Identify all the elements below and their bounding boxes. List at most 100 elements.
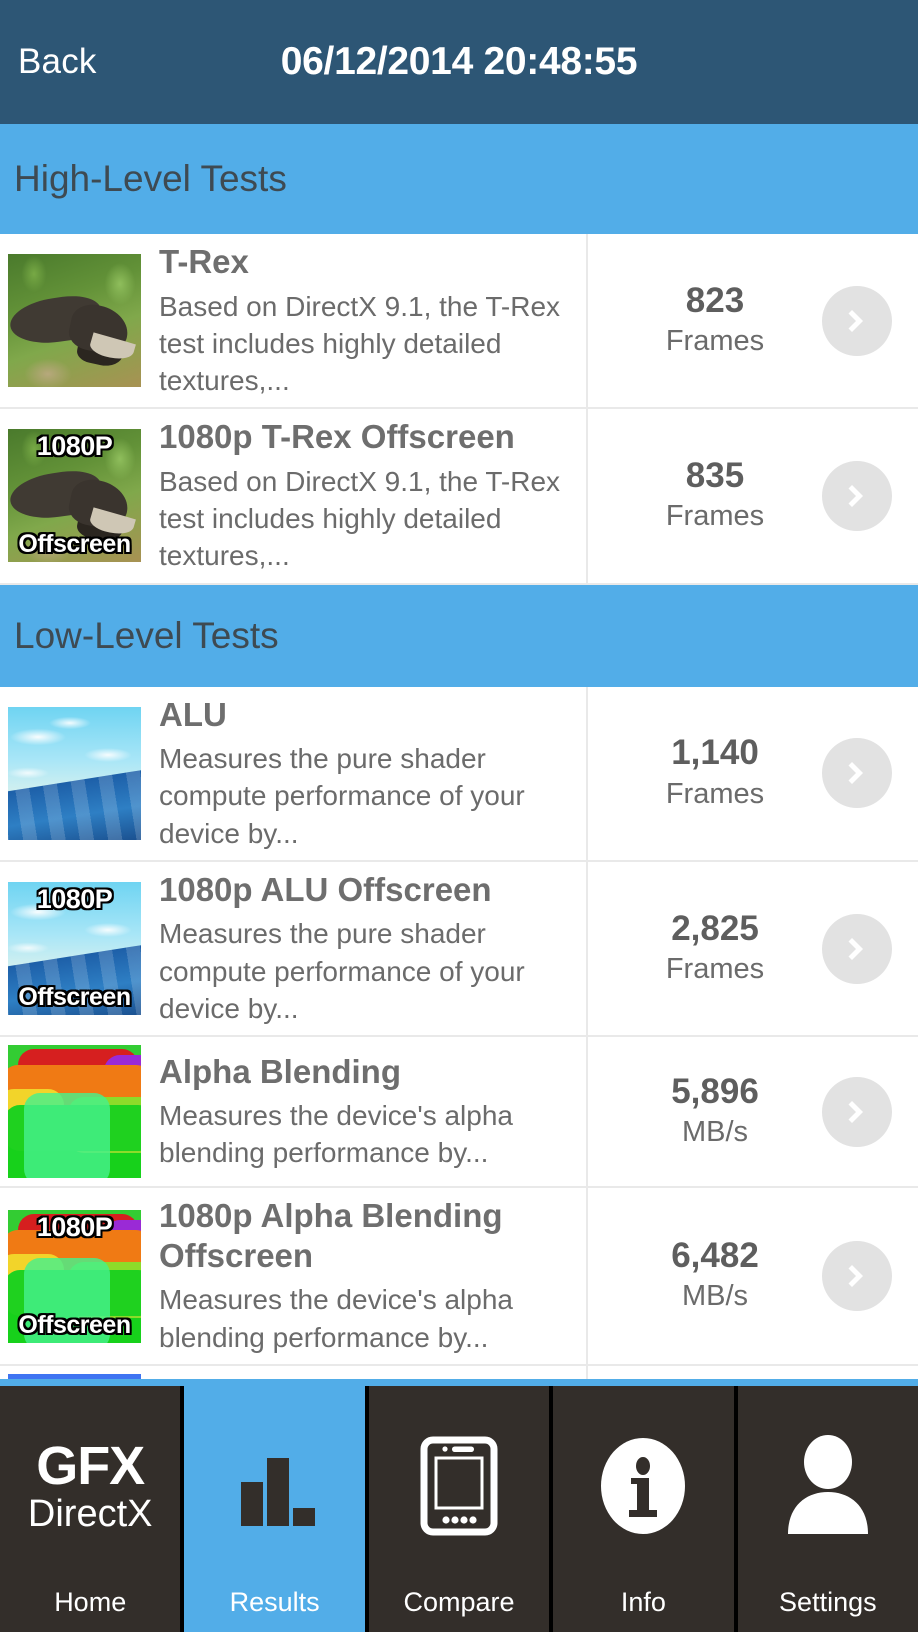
table-row[interactable]: 1080P Offscreen 1080p Alpha Blending Off… [0, 1188, 918, 1366]
row-text: Alpha Blending Measures the device's alp… [141, 1052, 586, 1172]
chevron-right-icon[interactable] [822, 738, 892, 809]
trex-offscreen-thumbnail: 1080P Offscreen [8, 429, 141, 563]
alpha-blending-offscreen-thumbnail: 1080P Offscreen [8, 1209, 141, 1343]
trex-art-icon [8, 254, 141, 388]
nav-label-settings: Settings [779, 1587, 877, 1617]
table-row[interactable]: T-Rex Based on DirectX 9.1, the T-Rex te… [0, 234, 918, 410]
section-header-label: High-Level Tests [14, 158, 287, 199]
nav-label-compare: Compare [403, 1587, 515, 1617]
bottom-nav: GFX DirectX Home Results Compare Info Se… [0, 1379, 918, 1632]
gfx-directx-logo-icon: GFX DirectX [0, 1386, 180, 1585]
row-text: ALU Measures the pure shader compute per… [141, 695, 586, 852]
row-left: 1080P Offscreen 1080p Alpha Blending Off… [0, 1188, 588, 1364]
app-root: Back 06/12/2014 20:48:55 High-Level Test… [0, 0, 918, 1632]
score-unit: Frames [665, 952, 765, 985]
back-button[interactable]: Back [18, 42, 97, 82]
score-box: 835 Frames [588, 456, 822, 536]
row-text: T-Rex Based on DirectX 9.1, the T-Rex te… [141, 242, 586, 399]
badge-offscreen: Offscreen [18, 1310, 131, 1339]
table-row[interactable]: 1080P Offscreen 1080p ALU Offscreen Meas… [0, 861, 918, 1038]
test-title: T-Rex [159, 243, 249, 280]
person-icon [738, 1386, 918, 1585]
score-unit: Frames [665, 777, 765, 810]
table-row[interactable]: ALU Measures the pure shader compute per… [0, 686, 918, 862]
row-right: 823 Frames [588, 234, 918, 407]
score-box: 6,482 MB/s [588, 1236, 822, 1316]
row-right: 6,482 MB/s [588, 1188, 918, 1364]
test-title: 1080p ALU Offscreen [159, 870, 492, 908]
score-value: 1,140 [671, 733, 759, 773]
chevron-right-icon[interactable] [822, 285, 892, 356]
nav-label-info: Info [620, 1587, 666, 1617]
score-box: 5,896 MB/s [588, 1072, 822, 1152]
score-value: 835 [685, 455, 745, 495]
results-list[interactable]: High-Level Tests T-Rex Based on DirectX … [0, 124, 918, 1379]
section-header-label: Low-Level Tests [14, 614, 279, 656]
row-right: 835 Frames [588, 409, 918, 582]
nav-item-compare[interactable]: Compare [368, 1386, 550, 1632]
alpha-blending-art-icon [8, 1045, 141, 1179]
row-right: 274 [588, 1366, 918, 1379]
nav-item-info[interactable]: Info [553, 1386, 734, 1632]
score-unit: Frames [665, 324, 765, 357]
bar-chart-icon [184, 1386, 364, 1585]
row-right: 5,896 MB/s [588, 1037, 918, 1186]
test-description: Measures the device's alpha blending per… [159, 1100, 513, 1169]
table-row[interactable]: Driver Overhead Measures the DirectX dri… [0, 1365, 918, 1379]
info-circle-icon [553, 1386, 733, 1585]
page-title: 06/12/2014 20:48:55 [280, 40, 638, 83]
row-left: 1080P Offscreen 1080p T-Rex Offscreen Ba… [0, 409, 588, 583]
nav-item-home[interactable]: GFX DirectX Home [0, 1386, 181, 1632]
score-box: 1,140 Frames [588, 733, 822, 813]
nav-item-results[interactable]: Results [184, 1386, 365, 1632]
nav-item-settings[interactable]: Settings [737, 1386, 918, 1632]
section-header-low-level: Low-Level Tests [0, 584, 918, 687]
chevron-right-icon[interactable] [822, 1076, 892, 1147]
score-value: 6,482 [671, 1236, 759, 1276]
score-box: 823 Frames [588, 281, 822, 361]
score-unit: Frames [665, 500, 765, 533]
alpha-blending-thumbnail [8, 1045, 141, 1179]
score-value: 2,825 [671, 908, 759, 948]
test-title: 1080p T-Rex Offscreen [159, 418, 515, 456]
trex-thumbnail [8, 254, 141, 388]
section-header-high-level: High-Level Tests [0, 124, 918, 234]
gfx-logo-line1: GFX [36, 1435, 145, 1496]
badge-1080p: 1080P [36, 884, 113, 915]
row-left: Driver Overhead Measures the DirectX dri… [0, 1365, 588, 1379]
test-description: Based on DirectX 9.1, the T-Rex test inc… [159, 465, 561, 572]
nav-label-home: Home [54, 1587, 127, 1617]
score-unit: MB/s [681, 1115, 749, 1148]
row-left: T-Rex Based on DirectX 9.1, the T-Rex te… [0, 234, 588, 408]
row-right: 2,825 Frames [588, 862, 918, 1035]
top-bar: Back 06/12/2014 20:48:55 [0, 0, 918, 124]
alu-offscreen-thumbnail: 1080P Offscreen [8, 882, 141, 1016]
badge-1080p: 1080P [36, 1211, 113, 1242]
score-unit: MB/s [681, 1280, 749, 1313]
test-description: Measures the device's alpha blending per… [159, 1284, 513, 1353]
nav-label-results: Results [229, 1587, 320, 1617]
chevron-right-icon[interactable] [822, 1241, 892, 1312]
badge-offscreen: Offscreen [18, 530, 131, 559]
score-box: 2,825 Frames [588, 909, 822, 989]
row-text: 1080p Alpha Blending Offscreen Measures … [141, 1196, 586, 1356]
test-title: 1080p Alpha Blending Offscreen [159, 1197, 503, 1274]
chevron-right-icon[interactable] [822, 913, 892, 984]
row-text: 1080p T-Rex Offscreen Based on DirectX 9… [141, 417, 586, 574]
badge-1080p: 1080P [36, 431, 113, 462]
gfx-logo-line2: DirectX [27, 1492, 153, 1535]
score-value: 823 [685, 280, 745, 320]
alu-thumbnail [8, 706, 141, 840]
table-row[interactable]: Alpha Blending Measures the device's alp… [0, 1037, 918, 1189]
row-left: 1080P Offscreen 1080p ALU Offscreen Meas… [0, 861, 588, 1036]
row-right: 1,140 Frames [588, 687, 918, 860]
test-title: Alpha Blending [159, 1052, 401, 1090]
test-description: Measures the pure shader compute perform… [159, 743, 525, 849]
alu-art-icon [8, 706, 141, 840]
test-description: Measures the pure shader compute perform… [159, 918, 525, 1024]
row-text: 1080p ALU Offscreen Measures the pure sh… [141, 870, 586, 1027]
score-value: 5,896 [671, 1071, 759, 1111]
chevron-right-icon[interactable] [822, 460, 892, 531]
test-title: ALU [159, 695, 227, 733]
table-row[interactable]: 1080P Offscreen 1080p T-Rex Offscreen Ba… [0, 409, 918, 585]
